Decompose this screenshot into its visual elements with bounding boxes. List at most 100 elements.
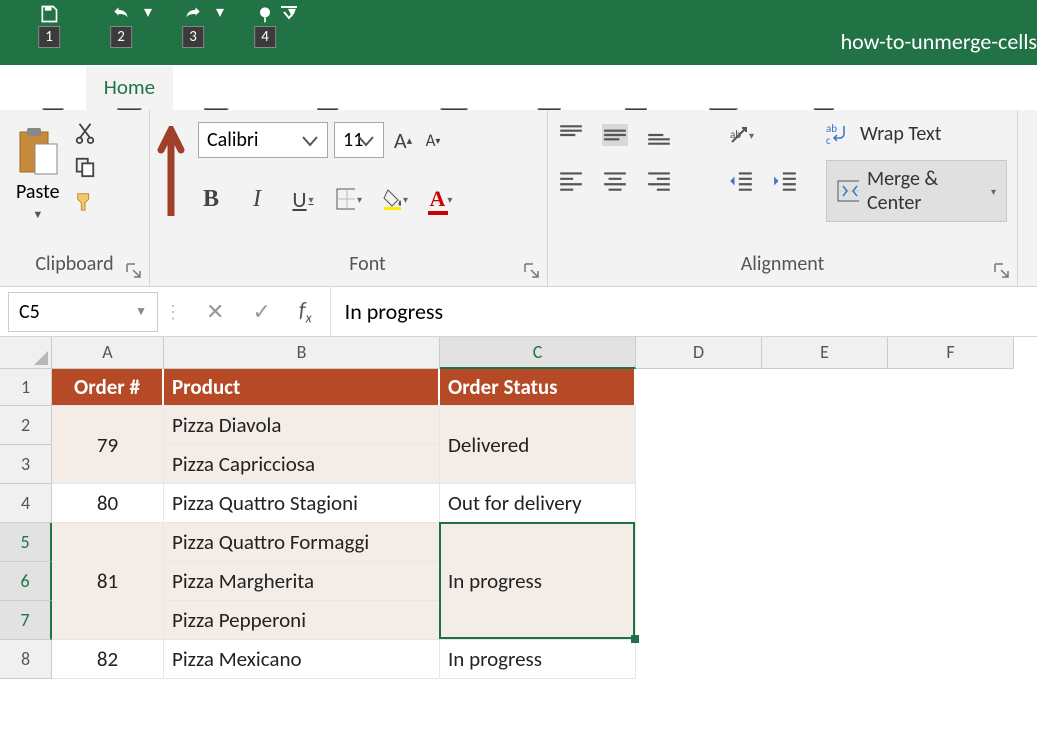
cell[interactable]: Delivered bbox=[440, 406, 636, 484]
font-size-select[interactable]: 11 bbox=[334, 122, 384, 158]
tab-review[interactable]: ReviewR bbox=[587, 66, 684, 110]
row-header[interactable]: 8 bbox=[0, 640, 52, 679]
tab-insert[interactable]: InsertN bbox=[173, 66, 258, 110]
increase-indent-icon[interactable] bbox=[772, 170, 798, 192]
fx-icon[interactable]: fx bbox=[299, 296, 312, 326]
dropdown-caret-icon[interactable]: ▾ bbox=[216, 2, 224, 22]
cell[interactable]: 79 bbox=[52, 406, 164, 484]
underline-button[interactable]: U▾ bbox=[290, 186, 316, 212]
decrease-indent-icon[interactable] bbox=[728, 170, 754, 192]
qat-customize-button[interactable] bbox=[280, 6, 298, 20]
bold-button[interactable]: B bbox=[198, 186, 224, 212]
cell[interactable]: 82 bbox=[52, 640, 164, 679]
column-header[interactable]: C bbox=[440, 337, 636, 369]
tab-data[interactable]: DataA bbox=[511, 66, 587, 110]
qat-save-button[interactable]: 1 bbox=[30, 2, 68, 26]
row-header[interactable]: 7 bbox=[0, 601, 52, 640]
cell[interactable]: Pizza Pepperoni bbox=[164, 601, 440, 640]
keytip: 1 bbox=[38, 26, 60, 48]
dropdown-caret-icon[interactable]: ▼ bbox=[32, 208, 43, 221]
row-header[interactable]: 6 bbox=[0, 562, 52, 601]
cell[interactable]: Pizza Quattro Stagioni bbox=[164, 484, 440, 523]
dropdown-caret-icon[interactable]: ▾ bbox=[357, 193, 362, 206]
dialog-launcher-icon[interactable] bbox=[125, 262, 143, 280]
cell[interactable]: Order Status bbox=[440, 369, 636, 406]
overflow-icon bbox=[280, 6, 298, 20]
dropdown-caret-icon[interactable]: ▾ bbox=[403, 193, 408, 206]
merge-center-button[interactable]: Merge & Center ▾ bbox=[826, 160, 1007, 222]
borders-button[interactable]: ▾ bbox=[336, 186, 362, 212]
qat-touch-mode-button[interactable]: ▾ 4 bbox=[246, 2, 284, 26]
dropdown-caret-icon[interactable]: ▼ bbox=[135, 304, 147, 319]
column-header[interactable]: A bbox=[52, 337, 164, 369]
formula-input[interactable]: In progress bbox=[331, 298, 457, 325]
row-header[interactable]: 2 bbox=[0, 406, 52, 445]
cell[interactable]: In progress bbox=[440, 523, 636, 640]
dialog-launcher-icon[interactable] bbox=[523, 262, 541, 280]
dialog-launcher-icon[interactable] bbox=[993, 262, 1011, 280]
name-box[interactable]: C5 ▼ bbox=[8, 292, 158, 332]
cancel-icon[interactable]: ✕ bbox=[206, 298, 224, 325]
italic-button[interactable]: I bbox=[244, 186, 270, 212]
fill-color-icon bbox=[382, 188, 401, 210]
orientation-button[interactable]: ab▾ bbox=[728, 122, 754, 148]
align-top-icon[interactable] bbox=[558, 124, 584, 146]
qat-undo-button[interactable]: ▾ 2 bbox=[102, 2, 140, 26]
row-header[interactable]: 3 bbox=[0, 445, 52, 484]
cell[interactable]: 80 bbox=[52, 484, 164, 523]
cell[interactable]: Pizza Margherita bbox=[164, 562, 440, 601]
row-header[interactable]: 1 bbox=[0, 369, 52, 406]
row-header[interactable]: 4 bbox=[0, 484, 52, 523]
column-header[interactable]: D bbox=[636, 337, 762, 369]
dropdown-caret-icon[interactable]: ▾ bbox=[144, 2, 152, 22]
column-header[interactable]: B bbox=[164, 337, 440, 369]
dropdown-caret-icon[interactable]: ▾ bbox=[447, 193, 452, 206]
increase-font-button[interactable]: A▴ bbox=[390, 127, 416, 153]
select-all-button[interactable] bbox=[0, 337, 52, 369]
column-header[interactable]: E bbox=[762, 337, 888, 369]
wrap-text-button[interactable]: abc Wrap Text bbox=[826, 122, 1007, 146]
cut-icon[interactable] bbox=[74, 122, 96, 144]
tab-home[interactable]: HomeH bbox=[86, 66, 173, 110]
align-center-icon[interactable] bbox=[602, 170, 628, 192]
fill-handle[interactable] bbox=[631, 635, 639, 643]
align-left-icon[interactable] bbox=[558, 170, 584, 192]
worksheet-grid[interactable]: ABCDEF12345678Order #ProductOrder Status… bbox=[0, 337, 1037, 743]
cell[interactable]: Pizza Mexicano bbox=[164, 640, 440, 679]
dropdown-caret-icon[interactable]: ▾ bbox=[991, 185, 996, 198]
dropdown-caret-icon[interactable]: ▾ bbox=[309, 193, 314, 206]
tab-file[interactable]: FileF bbox=[20, 66, 86, 110]
row-header[interactable]: 5 bbox=[0, 523, 52, 562]
cell[interactable]: Out for delivery bbox=[440, 484, 636, 523]
tab-formulas[interactable]: FormulasM bbox=[397, 66, 512, 110]
align-right-icon[interactable] bbox=[646, 170, 672, 192]
cell[interactable]: 81 bbox=[52, 523, 164, 640]
tab-developer[interactable]: DeveloperL bbox=[762, 66, 886, 110]
tab-powe[interactable]: Powe bbox=[886, 66, 969, 110]
align-bottom-icon[interactable] bbox=[646, 124, 672, 146]
enter-icon[interactable]: ✓ bbox=[252, 298, 270, 325]
decrease-font-button[interactable]: A▾ bbox=[420, 127, 446, 153]
cell[interactable]: Pizza Diavola bbox=[164, 406, 440, 445]
qat-redo-button[interactable]: ▾ 3 bbox=[174, 2, 212, 26]
cell[interactable]: Order # bbox=[52, 369, 164, 406]
align-middle-icon[interactable] bbox=[602, 124, 628, 146]
paste-button[interactable]: Paste ▼ bbox=[10, 122, 66, 225]
workbook-title: how-to-unmerge-cells bbox=[841, 28, 1037, 55]
dropdown-caret-icon[interactable]: ▾ bbox=[749, 129, 754, 142]
copy-icon[interactable] bbox=[74, 156, 96, 178]
column-header[interactable]: F bbox=[888, 337, 1014, 369]
format-painter-icon[interactable] bbox=[74, 190, 96, 212]
cell[interactable]: In progress bbox=[440, 640, 636, 679]
font-name-select[interactable]: Calibri bbox=[198, 122, 328, 158]
cell[interactable]: Product bbox=[164, 369, 440, 406]
font-color-button[interactable]: A▾ bbox=[428, 186, 454, 212]
tab-view[interactable]: ViewW bbox=[684, 66, 762, 110]
fill-color-button[interactable]: ▾ bbox=[382, 186, 408, 212]
cell[interactable]: Pizza Capricciosa bbox=[164, 445, 440, 484]
wrap-text-label: Wrap Text bbox=[860, 122, 941, 146]
tab-page-layout[interactable]: Page LayoutP bbox=[258, 66, 396, 110]
column-headers: ABCDEF bbox=[52, 337, 1014, 369]
merge-icon bbox=[837, 180, 859, 202]
cell[interactable]: Pizza Quattro Formaggi bbox=[164, 523, 440, 562]
